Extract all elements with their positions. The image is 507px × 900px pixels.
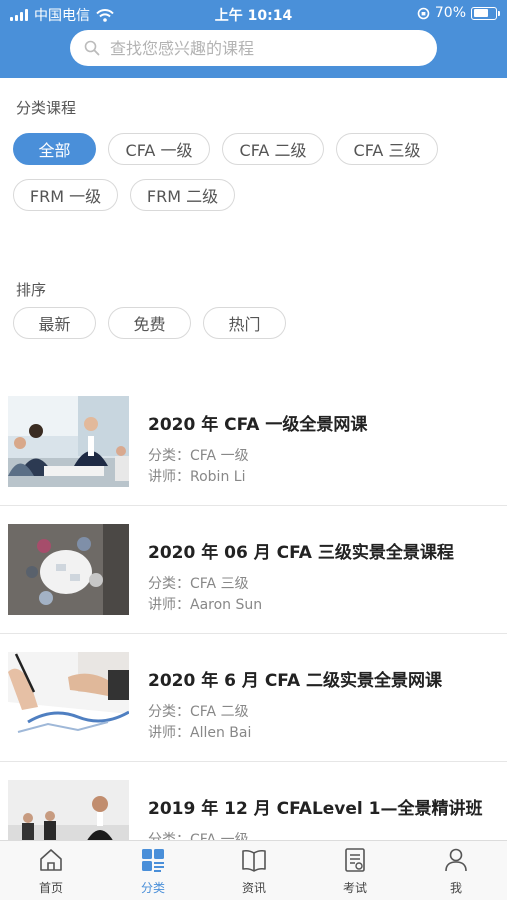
tab-category[interactable]: 分类: [123, 847, 183, 896]
search-input[interactable]: [110, 38, 410, 58]
search-bar[interactable]: [70, 30, 437, 66]
course-category: 分类：CFA 二级: [148, 704, 249, 720]
tab-news[interactable]: 资讯: [224, 847, 284, 896]
tab-label: 分类: [140, 881, 165, 895]
category-chip-all[interactable]: 全部: [13, 133, 96, 165]
course-title: 2020 年 CFA 一级全景网课: [148, 415, 368, 435]
course-item[interactable]: 2020 年 6 月 CFA 二级实景全景网课 分类：CFA 二级 讲师：All…: [0, 634, 507, 762]
tab-exam[interactable]: 考试: [325, 847, 385, 896]
tab-home[interactable]: 首页: [21, 847, 81, 896]
exam-icon: [345, 848, 365, 872]
course-thumbnail: [8, 652, 129, 743]
course-thumbnail: [8, 524, 129, 615]
category-chip-cfa-3[interactable]: CFA 三级: [336, 133, 438, 165]
header: 中国电信 上午 10:14 70%: [0, 0, 507, 78]
course-teacher: 讲师：Allen Bai: [148, 725, 252, 741]
tab-label: 我: [449, 881, 462, 895]
category-chip-cfa-2[interactable]: CFA 二级: [222, 133, 324, 165]
book-icon: [242, 849, 266, 872]
sort-chip-free[interactable]: 免费: [108, 307, 191, 339]
category-chip-cfa-1[interactable]: CFA 一级: [108, 133, 210, 165]
sort-chip-newest[interactable]: 最新: [13, 307, 96, 339]
course-title: 2020 年 6 月 CFA 二级实景全景网课: [148, 671, 443, 691]
category-chip-frm-2[interactable]: FRM 二级: [130, 179, 235, 211]
course-teacher: 讲师：Aaron Sun: [148, 597, 263, 613]
tab-label: 首页: [38, 881, 63, 895]
tab-label: 考试: [342, 881, 367, 895]
tab-bar: 首页 分类 资讯 考试 我: [0, 840, 507, 900]
home-icon: [40, 849, 62, 871]
status-bar: 中国电信 上午 10:14 70%: [0, 0, 507, 28]
battery-icon: [471, 6, 500, 20]
orientation-lock-icon: [417, 7, 430, 19]
category-icon: [142, 849, 164, 872]
battery-percent: 70%: [434, 5, 466, 21]
tab-me[interactable]: 我: [426, 847, 486, 896]
category-chip-frm-1[interactable]: FRM 一级: [13, 179, 118, 211]
tab-label: 资讯: [241, 881, 266, 895]
course-title: 2019 年 12 月 CFALevel 1—全景精讲班: [148, 799, 483, 819]
course-category: 分类：CFA 一级: [148, 448, 249, 464]
course-item[interactable]: 2020 年 06 月 CFA 三级实景全景课程 分类：CFA 三级 讲师：Aa…: [0, 506, 507, 634]
course-item[interactable]: 2020 年 CFA 一级全景网课 分类：CFA 一级 讲师：Robin Li: [0, 378, 507, 506]
category-section-label: 分类课程: [16, 99, 77, 117]
sort-chip-hot[interactable]: 热门: [203, 307, 286, 339]
sort-section-label: 排序: [16, 281, 47, 299]
course-teacher: 讲师：Robin Li: [148, 469, 246, 485]
course-title: 2020 年 06 月 CFA 三级实景全景课程: [148, 543, 454, 563]
search-icon: [84, 40, 100, 56]
course-thumbnail: [8, 396, 129, 487]
course-category: 分类：CFA 三级: [148, 576, 249, 592]
user-icon: [445, 848, 467, 872]
